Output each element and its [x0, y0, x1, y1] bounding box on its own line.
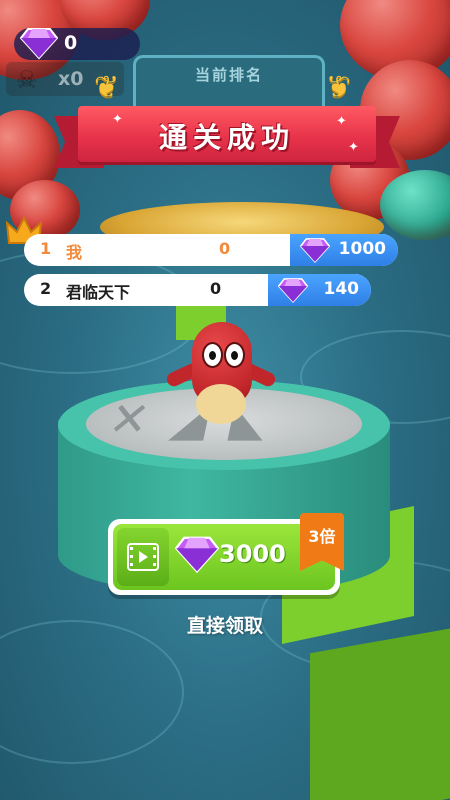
current-rank-label: 当前排名	[194, 66, 263, 84]
diamond-gem-icon	[174, 534, 220, 578]
watch-video-claim-button[interactable]: 3000 3倍	[108, 513, 344, 595]
diamond-gem-icon	[299, 236, 331, 268]
row-player-name: 君临天下	[66, 283, 131, 302]
reward-amount: 140	[323, 279, 360, 299]
death-count: x0	[58, 68, 84, 90]
row-reward: 1000	[290, 234, 398, 266]
water-ripple	[0, 620, 184, 764]
green-step	[310, 626, 450, 800]
row-rank: 2	[40, 279, 52, 298]
player-character	[164, 322, 280, 440]
row-player-name: 我	[66, 243, 83, 262]
claim-amount: 3000	[219, 540, 286, 568]
video-play-icon	[117, 528, 169, 586]
leaderboard-row: 1 我 0 1000	[24, 234, 398, 266]
diamond-gem-icon	[19, 26, 59, 64]
row-score: 0	[210, 279, 222, 298]
reward-amount: 1000	[338, 239, 386, 259]
gem-count: 0	[64, 32, 78, 54]
skull-icon: ☠	[16, 66, 38, 94]
leaderboard-row: 2 君临天下 0 140	[24, 274, 371, 306]
direct-claim-button[interactable]: 直接领取	[0, 611, 450, 638]
gem-counter: 0	[14, 28, 140, 60]
level-complete-banner: ✦ ✦ ✦ 通关成功	[54, 98, 400, 178]
row-score: 0	[219, 239, 231, 258]
multiplier-label: 3倍	[308, 527, 336, 546]
banner-title: 通关成功	[158, 121, 295, 154]
row-reward: 140	[268, 274, 371, 306]
row-rank: 1	[40, 239, 52, 258]
diamond-gem-icon	[277, 276, 309, 308]
